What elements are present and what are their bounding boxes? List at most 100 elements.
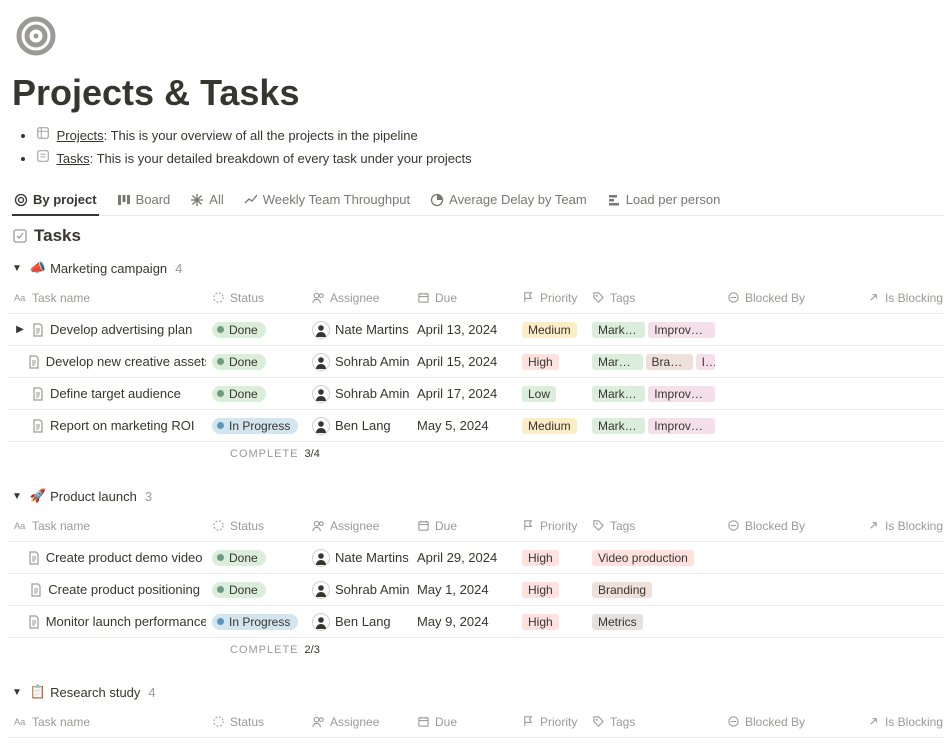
- group-header[interactable]: ▼🚀Product launch3: [8, 482, 944, 510]
- col-priority-label[interactable]: Priority: [540, 519, 577, 533]
- text-icon: Aa: [14, 291, 27, 304]
- chevron-down-icon[interactable]: ▼: [12, 491, 22, 502]
- col-blocked-label[interactable]: Blocked By: [745, 715, 805, 729]
- intro-desc-tasks: : This is your detailed breakdown of eve…: [90, 151, 472, 166]
- assignee-name: Nate Martins: [335, 322, 409, 337]
- status-icon: [212, 291, 225, 304]
- assignee-name: Sohrab Amin: [335, 582, 409, 597]
- arrow-up-right-icon: [867, 715, 880, 728]
- tab-load-per-person[interactable]: Load per person: [605, 188, 723, 216]
- table-row[interactable]: ▶Develop advertising planDoneNate Martin…: [8, 314, 944, 346]
- col-tags-label[interactable]: Tags: [610, 519, 635, 533]
- col-priority-label[interactable]: Priority: [540, 715, 577, 729]
- tab-avg-delay[interactable]: Average Delay by Team: [428, 188, 589, 216]
- col-assignee-label[interactable]: Assignee: [330, 715, 379, 729]
- calendar-icon: [417, 715, 430, 728]
- task-name: Develop new creative assets: [46, 354, 206, 369]
- col-name-label[interactable]: Task name: [32, 291, 90, 305]
- blocked-icon: [727, 291, 740, 304]
- column-header-row: Aa Task name Status Assignee Due Priority Tags…: [8, 706, 944, 738]
- document-icon: [29, 583, 43, 597]
- table-row[interactable]: ▶Monitor launch performanceIn ProgressBe…: [8, 606, 944, 638]
- tag-icon: [592, 519, 605, 532]
- col-tags-label[interactable]: Tags: [610, 715, 635, 729]
- col-name-label[interactable]: Task name: [32, 715, 90, 729]
- priority-pill: Medium: [522, 322, 577, 338]
- table-row[interactable]: ▶Create product demo videoDoneNate Marti…: [8, 542, 944, 574]
- group-name: 📋Research study: [30, 684, 141, 700]
- status-icon: [212, 519, 225, 532]
- line-chart-icon: [244, 193, 258, 207]
- tag-pill: Metrics: [592, 614, 643, 630]
- avatar: [312, 385, 330, 403]
- col-status-label[interactable]: Status: [230, 291, 264, 305]
- status-pill: Done: [212, 550, 266, 566]
- group-count: 4: [175, 261, 182, 276]
- group-header[interactable]: ▼📋Research study4: [8, 678, 944, 706]
- table-row[interactable]: ▶Define target audienceDoneSohrab AminAp…: [8, 378, 944, 410]
- col-due-label[interactable]: Due: [435, 715, 457, 729]
- col-blocking-label[interactable]: Is Blocking: [885, 291, 943, 305]
- tag-pill: Video production: [592, 550, 694, 566]
- tag-pill: Improvement: [648, 418, 715, 434]
- intro-link-tasks[interactable]: Tasks: [56, 151, 89, 166]
- tag-pill: In: [696, 354, 715, 370]
- col-blocked-label[interactable]: Blocked By: [745, 519, 805, 533]
- priority-pill: High: [522, 582, 559, 598]
- document-icon: [31, 419, 45, 433]
- col-due-label[interactable]: Due: [435, 291, 457, 305]
- chevron-down-icon[interactable]: ▼: [12, 687, 22, 698]
- col-status-label[interactable]: Status: [230, 715, 264, 729]
- col-blocking-label[interactable]: Is Blocking: [885, 715, 943, 729]
- pie-chart-icon: [430, 193, 444, 207]
- col-name-label[interactable]: Task name: [32, 519, 90, 533]
- col-blocked-label[interactable]: Blocked By: [745, 291, 805, 305]
- col-priority-label[interactable]: Priority: [540, 291, 577, 305]
- task-name: Create product positioning: [48, 582, 200, 597]
- priority-pill: Low: [522, 386, 556, 402]
- col-assignee-label[interactable]: Assignee: [330, 291, 379, 305]
- intro-link-projects[interactable]: Projects: [57, 128, 104, 143]
- calendar-icon: [417, 519, 430, 532]
- flag-icon: [522, 519, 535, 532]
- col-due-label[interactable]: Due: [435, 519, 457, 533]
- task-name: Define target audience: [50, 386, 181, 401]
- tab-label: All: [209, 192, 223, 207]
- tag-pill: Marketing: [592, 322, 645, 338]
- arrow-up-right-icon: [867, 291, 880, 304]
- row-expand-toggle[interactable]: ▶: [14, 324, 26, 335]
- bar-chart-icon: [607, 193, 621, 207]
- col-assignee-label[interactable]: Assignee: [330, 519, 379, 533]
- priority-pill: Medium: [522, 418, 577, 434]
- tag-pill: Marketing: [592, 386, 645, 402]
- table-row[interactable]: ▶Create product positioningDoneSohrab Am…: [8, 574, 944, 606]
- group-header[interactable]: ▼ 📣Marketing campaign 4: [8, 254, 944, 282]
- col-status-label[interactable]: Status: [230, 519, 264, 533]
- text-icon: Aa: [14, 715, 27, 728]
- tag-pill: Branding: [592, 582, 652, 598]
- task-name: Report on marketing ROI: [50, 418, 195, 433]
- priority-pill: High: [522, 550, 559, 566]
- tab-board[interactable]: Board: [115, 188, 173, 216]
- tag-pill: Branding: [646, 354, 693, 370]
- col-blocking-label[interactable]: Is Blocking: [885, 519, 943, 533]
- table-row[interactable]: ▶Develop new creative assetsDoneSohrab A…: [8, 346, 944, 378]
- text-icon: Aa: [14, 519, 27, 532]
- chevron-down-icon[interactable]: ▼: [12, 263, 22, 274]
- group: ▼ 📣Marketing campaign 4 Aa Task name Status As…: [8, 254, 944, 472]
- tab-by-project[interactable]: By project: [12, 188, 99, 216]
- people-icon: [312, 715, 325, 728]
- table-row[interactable]: ▶Report on marketing ROIIn ProgressBen L…: [8, 410, 944, 442]
- tag-pill: Improvement: [648, 322, 715, 338]
- priority-pill: High: [522, 614, 559, 630]
- target-icon: [14, 193, 28, 207]
- tab-all[interactable]: All: [188, 188, 225, 216]
- tab-weekly-throughput[interactable]: Weekly Team Throughput: [242, 188, 412, 216]
- tab-label: Board: [136, 192, 171, 207]
- arrow-up-right-icon: [867, 519, 880, 532]
- people-icon: [312, 291, 325, 304]
- col-tags-label[interactable]: Tags: [610, 291, 635, 305]
- group-name: 📣Marketing campaign: [30, 260, 167, 276]
- priority-pill: High: [522, 354, 559, 370]
- avatar: [312, 549, 330, 567]
